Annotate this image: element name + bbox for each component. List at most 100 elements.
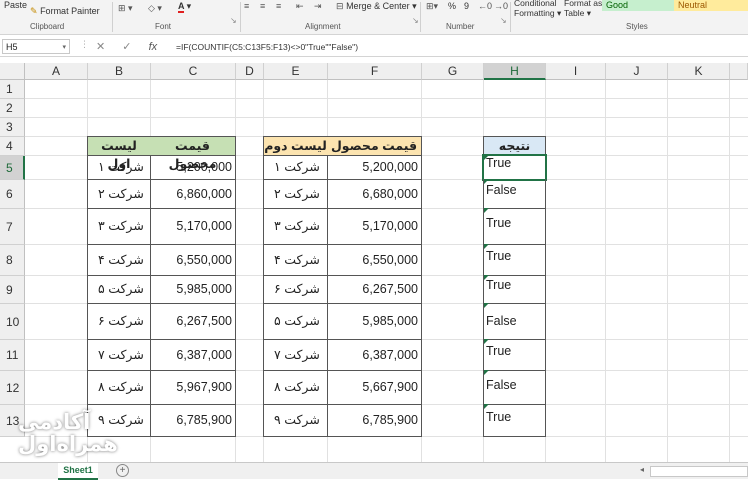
column-header-b[interactable]: B — [88, 63, 151, 80]
table1-price-cell[interactable]: 6,860,000 — [150, 179, 236, 209]
table2-price-cell[interactable]: 6,680,000 — [327, 179, 422, 209]
result-cell-selected[interactable]: True — [482, 154, 547, 181]
style-good[interactable]: Good — [602, 0, 674, 11]
decrease-decimal-icon[interactable]: →0 — [494, 1, 508, 11]
table2-price-cell[interactable]: 5,667,900 — [327, 370, 422, 405]
result-cell[interactable]: True — [483, 404, 546, 437]
column-header-j[interactable]: J — [606, 63, 668, 80]
row-header-5[interactable]: 5 — [0, 156, 25, 180]
paste-button[interactable]: Paste — [4, 0, 27, 10]
table2-name-cell[interactable]: شرکت ۴ — [263, 244, 328, 276]
row-header-6[interactable]: 6 — [0, 180, 25, 209]
table2-price-cell[interactable]: 6,387,000 — [327, 339, 422, 371]
column-header-f[interactable]: F — [328, 63, 422, 80]
increase-indent-icon[interactable]: ⇥ — [314, 1, 322, 12]
font-dialog-launcher-icon[interactable]: ↘ — [230, 16, 237, 25]
column-header-c[interactable]: C — [151, 63, 236, 80]
row-header-1[interactable]: 1 — [0, 80, 25, 99]
table2-name-cell[interactable]: شرکت ۶ — [263, 275, 328, 304]
result-cell[interactable]: True — [483, 244, 546, 276]
conditional-formatting-button[interactable]: Conditional Formatting ▾ — [514, 0, 561, 18]
table2-name-cell[interactable]: شرکت ۱ — [263, 155, 328, 180]
chevron-down-icon[interactable]: ▾ — [62, 40, 66, 55]
accounting-format-icon[interactable]: ⊞▾ — [426, 1, 438, 12]
table2-price-cell[interactable]: 6,785,900 — [327, 404, 422, 437]
row-header-12[interactable]: 12 — [0, 371, 25, 405]
table1-price-cell[interactable]: 6,387,000 — [150, 339, 236, 371]
row-header-7[interactable]: 7 — [0, 209, 25, 245]
column-header-a[interactable]: A — [25, 63, 88, 80]
table1-name-cell[interactable]: شرکت ۴ — [87, 244, 151, 276]
number-dialog-launcher-icon[interactable]: ↘ — [500, 16, 507, 25]
add-sheet-icon[interactable]: + — [116, 464, 129, 477]
table1-name-cell[interactable]: شرکت ۸ — [87, 370, 151, 405]
result-cell[interactable]: True — [483, 275, 546, 304]
table2-price-cell[interactable]: 6,550,000 — [327, 244, 422, 276]
column-header-e[interactable]: E — [264, 63, 328, 80]
column-header-k[interactable]: K — [668, 63, 730, 80]
increase-decimal-icon[interactable]: ←0 — [478, 1, 492, 11]
row-header-4[interactable]: 4 — [0, 137, 25, 156]
align-left-icon[interactable]: ≡ — [244, 1, 249, 11]
table2-name-cell[interactable]: شرکت ۳ — [263, 208, 328, 245]
table1-price-cell[interactable]: 6,785,900 — [150, 404, 236, 437]
name-box[interactable]: H5 ▾ — [2, 39, 70, 54]
sheet-tab-sheet1[interactable]: Sheet1 — [58, 463, 98, 480]
comma-button[interactable]: 9 — [464, 1, 469, 11]
table1-price-cell[interactable]: 5,200,000 — [150, 155, 236, 180]
borders-button[interactable]: ⊞ ▾ — [118, 3, 133, 14]
row-header-11[interactable]: 11 — [0, 340, 25, 371]
table1-price-cell[interactable]: 5,967,900 — [150, 370, 236, 405]
insert-function-icon[interactable]: fx — [149, 41, 158, 53]
row-header-10[interactable]: 10 — [0, 304, 25, 340]
result-cell[interactable]: True — [483, 208, 546, 245]
table1-price-cell[interactable]: 5,985,000 — [150, 275, 236, 304]
decrease-indent-icon[interactable]: ⇤ — [296, 1, 304, 12]
table2-price-cell[interactable]: 5,985,000 — [327, 303, 422, 340]
table1-price-cell[interactable]: 5,170,000 — [150, 208, 236, 245]
alignment-dialog-launcher-icon[interactable]: ↘ — [412, 16, 419, 25]
table2-price-cell[interactable]: 5,170,000 — [327, 208, 422, 245]
table2-price-cell[interactable]: 5,200,000 — [327, 155, 422, 180]
row-header-8[interactable]: 8 — [0, 245, 25, 276]
table1-name-cell[interactable]: شرکت ۳ — [87, 208, 151, 245]
format-painter-button[interactable]: ✎ Format Painter — [30, 6, 100, 17]
select-all-corner[interactable] — [0, 63, 25, 80]
font-color-button[interactable]: A ▾ — [178, 1, 191, 13]
table2-name-cell[interactable]: شرکت ۲ — [263, 179, 328, 209]
fill-color-button[interactable]: ◇ ▾ — [148, 3, 162, 14]
result-cell[interactable]: False — [483, 303, 546, 340]
table2-name-cell[interactable]: شرکت ۵ — [263, 303, 328, 340]
format-as-table-button[interactable]: Format as Table ▾ — [564, 0, 602, 18]
enter-icon[interactable]: ✓ — [122, 41, 131, 53]
scroll-left-icon[interactable]: ◂ — [640, 465, 644, 474]
column-header-d[interactable]: D — [236, 63, 264, 80]
column-header-overflow[interactable] — [730, 63, 748, 80]
table1-name-cell[interactable]: شرکت ۷ — [87, 339, 151, 371]
table2-name-cell[interactable]: شرکت ۷ — [263, 339, 328, 371]
table1-price-cell[interactable]: 6,267,500 — [150, 303, 236, 340]
row-header-3[interactable]: 3 — [0, 118, 25, 137]
table1-price-cell[interactable]: 6,550,000 — [150, 244, 236, 276]
row-header-2[interactable]: 2 — [0, 99, 25, 118]
table2-header-price[interactable]: قیمت محصول — [327, 136, 422, 156]
column-header-i[interactable]: I — [546, 63, 606, 80]
cancel-icon[interactable]: ✕ — [96, 41, 105, 53]
result-cell[interactable]: False — [483, 370, 546, 405]
row-header-9[interactable]: 9 — [0, 276, 25, 304]
table2-name-cell[interactable]: شرکت ۸ — [263, 370, 328, 405]
table2-header-list[interactable]: لیست دوم — [263, 136, 328, 156]
table1-name-cell[interactable]: شرکت ۱ — [87, 155, 151, 180]
merge-center-button[interactable]: ⊟ Merge & Center ▾ — [336, 1, 417, 12]
column-header-g[interactable]: G — [422, 63, 484, 80]
table2-name-cell[interactable]: شرکت ۹ — [263, 404, 328, 437]
formula-input[interactable]: =IF(COUNTIF(C5:C13F5:F13)<>0"True""False… — [176, 39, 358, 55]
table1-header-list[interactable]: لیست اول — [87, 136, 151, 171]
table1-name-cell[interactable]: شرکت ۶ — [87, 303, 151, 340]
percent-button[interactable]: % — [448, 1, 456, 11]
table2-price-cell[interactable]: 6,267,500 — [327, 275, 422, 304]
result-cell[interactable]: True — [483, 339, 546, 371]
table1-header-price[interactable]: قیمت محصول — [150, 136, 236, 171]
horizontal-scrollbar[interactable] — [650, 466, 748, 477]
table1-name-cell[interactable]: شرکت ۲ — [87, 179, 151, 209]
